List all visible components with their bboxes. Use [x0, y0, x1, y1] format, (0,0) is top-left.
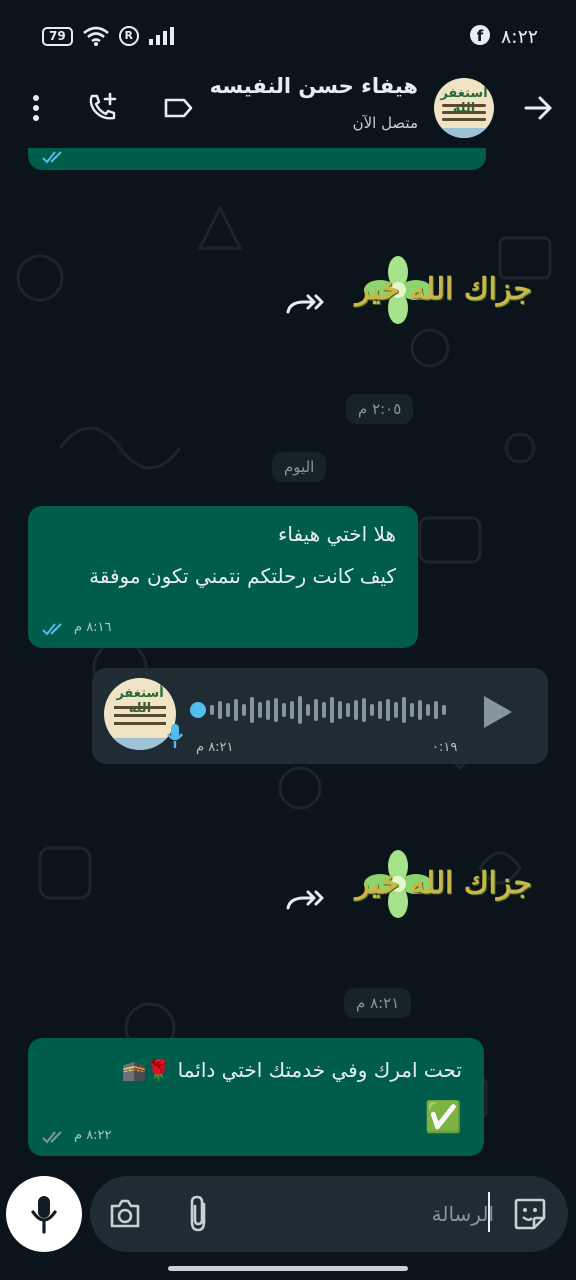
voice-duration: ٠:١٩ [432, 740, 458, 755]
waveform-bar [330, 697, 334, 723]
signal-icon [148, 27, 174, 45]
sticker-caption: جزاك الله خير [355, 866, 532, 901]
waveform-bar [306, 704, 310, 716]
voice-time: ٨:٢١ م [196, 740, 234, 755]
status-icons: 79 R [42, 26, 177, 46]
message-input[interactable] [294, 1194, 494, 1234]
contact-name[interactable]: هيفاء حسن النفيسه [210, 74, 418, 98]
waveform-bar [274, 698, 278, 722]
waveform-bar [250, 697, 254, 723]
sticker-icon[interactable] [512, 1196, 548, 1232]
waveform-bar [234, 699, 238, 721]
message-list[interactable]: جزاك الله خير ٢:٠٥ م اليوم هلا اختي هيفا… [0, 148, 576, 1170]
facebook-icon: f [470, 25, 490, 45]
mic-icon [31, 1196, 57, 1234]
sticker-message[interactable]: جزاك الله خير [340, 846, 540, 924]
waveform-bar [210, 705, 214, 715]
add-call-icon[interactable] [84, 90, 120, 126]
sticker-caption: جزاك الله خير [355, 272, 532, 307]
message-bubble[interactable]: تحت امرك وفي خدمتك اختي دائما 🌹🕋 ✅ ٨:٢٢ … [28, 1038, 484, 1156]
waveform-bar [298, 696, 302, 724]
text-caret [488, 1192, 490, 1232]
message-text: كيف كانت رحلتكم نتمني تكون موفقة [89, 564, 396, 588]
waveform-bar [218, 701, 222, 719]
registered-icon: R [118, 26, 139, 46]
waveform-bar [410, 703, 414, 717]
camera-icon[interactable] [108, 1198, 142, 1230]
waveform-bar [442, 705, 446, 715]
chat-header: أستغفر الله هيفاء حسن النفيسه متصل الآن [0, 72, 576, 148]
read-receipt-icon [42, 151, 62, 164]
voice-scrubber[interactable] [190, 702, 206, 718]
battery-icon: 79 [42, 26, 73, 46]
message-bubble-partial[interactable] [28, 148, 486, 170]
check-emoji: ✅ [424, 1100, 462, 1135]
contact-avatar[interactable]: أستغفر الله [434, 78, 494, 138]
waveform-bar [338, 701, 342, 719]
waveform-bar [402, 697, 406, 723]
waveform-bar [378, 701, 382, 719]
waveform-bar [290, 701, 294, 719]
waveform-bar [258, 702, 262, 718]
waveform-bar [226, 703, 230, 717]
message-time: ٨:٢٢ م [74, 1128, 112, 1143]
composer [0, 1170, 576, 1280]
waveform-bar [418, 700, 422, 720]
waveform-bar [322, 702, 326, 718]
date-separator: اليوم [272, 452, 327, 482]
waveform-bar [242, 704, 246, 716]
message-input-bar [90, 1176, 568, 1252]
waveform-bar [434, 701, 438, 719]
waveform-bar [314, 699, 318, 721]
waveform-bar [354, 700, 358, 720]
waveform-bar [266, 700, 270, 720]
label-icon[interactable] [160, 90, 196, 126]
waveform-bar [394, 702, 398, 718]
back-arrow-icon[interactable] [522, 92, 554, 124]
sticker-message[interactable]: جزاك الله خير [340, 252, 540, 330]
delivered-receipt-icon [42, 1131, 62, 1144]
gesture-bar[interactable] [168, 1266, 408, 1271]
waveform-bar [282, 703, 286, 717]
waveform-bar [386, 699, 390, 721]
attach-icon[interactable] [186, 1194, 212, 1234]
waveform-bar [426, 704, 430, 716]
read-receipt-icon [42, 623, 62, 636]
play-icon[interactable] [480, 694, 514, 730]
sticker-time: ٨:٢١ م [344, 988, 412, 1018]
clock: ٨:٢٢ [500, 26, 538, 48]
mic-icon [167, 724, 183, 748]
sticker-time: ٢:٠٥ م [346, 394, 414, 424]
message-text: تحت امرك وفي خدمتك اختي دائما 🌹🕋 [121, 1058, 462, 1082]
waveform-bar [370, 704, 374, 716]
forward-icon[interactable] [284, 886, 324, 916]
message-time: ٨:١٦ م [74, 620, 112, 635]
voice-message[interactable]: أستغفر الله ٨:٢١ م ٠:١٩ [92, 668, 548, 764]
waveform-bar [362, 698, 366, 722]
voice-waveform [210, 696, 446, 724]
status-bar: 79 R f ٨:٢٢ [0, 0, 576, 72]
record-voice-button[interactable] [6, 1176, 82, 1252]
wifi-icon [82, 26, 109, 46]
waveform-bar [346, 703, 350, 717]
contact-status: متصل الآن [352, 114, 418, 132]
more-vert-icon[interactable] [18, 90, 54, 126]
message-bubble[interactable]: هلا اختي هيفاء كيف كانت رحلتكم نتمني تكو… [28, 506, 418, 648]
message-text: هلا اختي هيفاء [277, 522, 396, 546]
forward-icon[interactable] [284, 290, 324, 320]
